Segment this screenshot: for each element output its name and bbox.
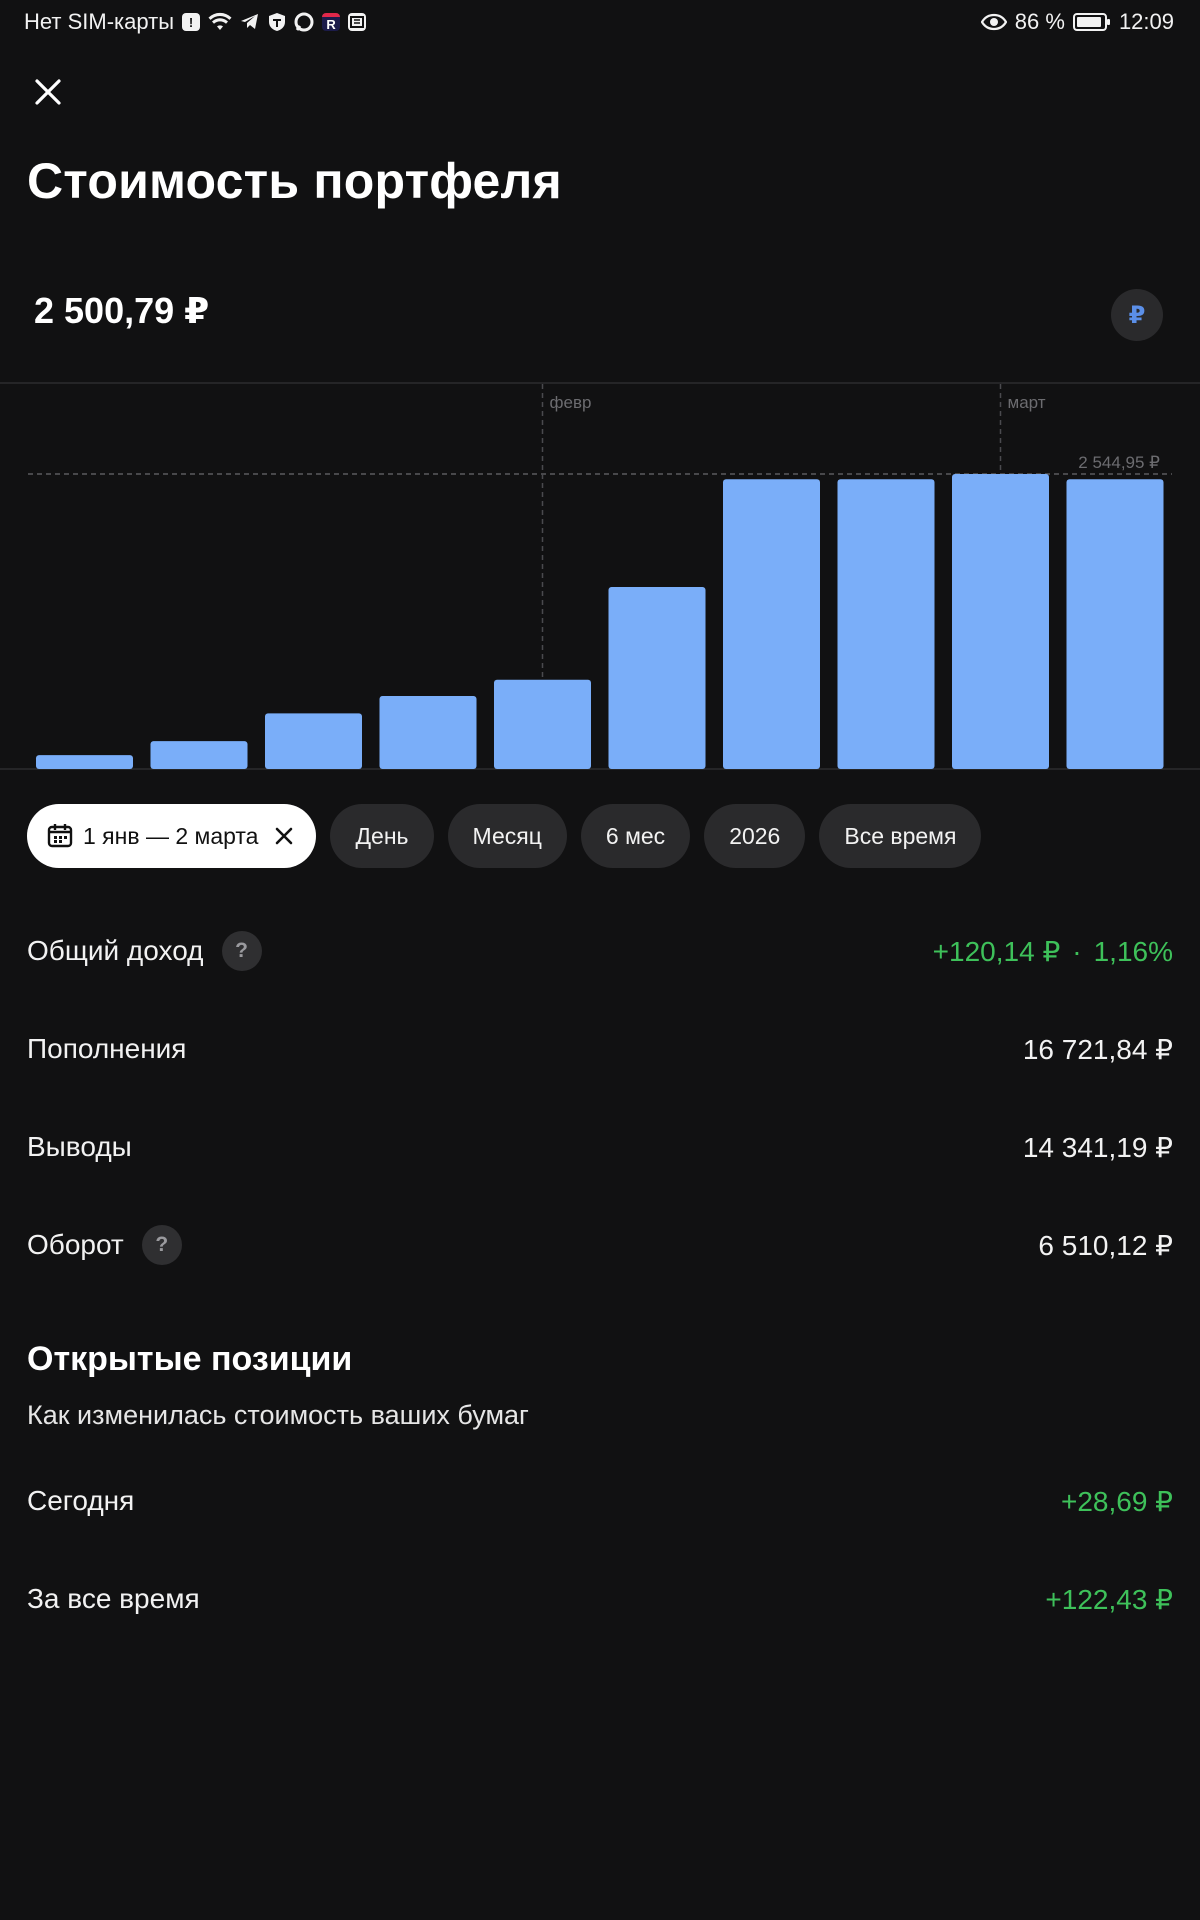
income-amount: +120,14 ₽	[932, 935, 1061, 967]
shield-t-icon	[268, 11, 286, 33]
telegram-icon	[240, 11, 260, 33]
positions-all-time-row: За все время +122,43 ₽	[27, 1574, 1173, 1624]
positions-today-label: Сегодня	[27, 1485, 135, 1516]
close-button[interactable]	[26, 70, 70, 114]
news-app-icon	[348, 13, 367, 31]
date-range-label: 1 янв — 2 марта	[83, 822, 259, 849]
chip-day[interactable]: День	[330, 804, 434, 868]
currency-switch-button[interactable]: ₽	[1111, 289, 1163, 341]
clock-text: 12:09	[1118, 9, 1174, 34]
open-positions-title: Открытые позиции	[27, 1340, 353, 1378]
chart-max-label: 2 544,95 ₽	[1078, 453, 1160, 472]
sim-alert-icon: !	[182, 13, 201, 31]
chart-bar	[36, 755, 133, 769]
close-icon	[35, 79, 61, 105]
chart-month-label: февр	[550, 393, 592, 412]
stat-withdrawals-value: 14 341,19 ₽	[1022, 1131, 1173, 1163]
page-title: Стоимость портфеля	[27, 153, 562, 209]
ruble-icon: ₽	[1128, 301, 1146, 329]
carrier-text: Нет SIM-карты	[24, 9, 175, 34]
clear-range-button[interactable]	[274, 826, 294, 846]
income-help-icon[interactable]: ?	[221, 931, 262, 971]
stat-turnover-value: 6 510,12 ₽	[1038, 1229, 1173, 1261]
open-positions-subtitle: Как изменилась стоимость ваших бумаг	[27, 1400, 529, 1430]
chart-month-label: март	[1008, 393, 1046, 412]
stat-withdrawals-label: Выводы	[27, 1131, 132, 1162]
stat-deposits-label: Пополнения	[27, 1033, 187, 1064]
wifi-icon	[208, 11, 232, 33]
chart-bar	[494, 679, 591, 769]
period-filter-bar: 1 янв — 2 марта День Месяц 6 мес 2026 Вс…	[27, 804, 982, 868]
chart-bar	[379, 695, 477, 769]
chart-bar	[952, 474, 1049, 769]
portfolio-chart[interactable]: 2 544,95 ₽ февр март	[0, 382, 1200, 770]
turnover-help-icon[interactable]: ?	[141, 1225, 182, 1265]
chart-bar	[1066, 479, 1164, 769]
stat-deposits-value: 16 721,84 ₽	[1022, 1033, 1173, 1065]
stat-income-value: +120,14 ₽ · 1,16%	[933, 935, 1173, 968]
status-left: Нет SIM-карты ! R	[24, 9, 367, 35]
date-range-chip[interactable]: 1 янв — 2 марта	[27, 804, 317, 868]
calendar-icon	[47, 824, 73, 848]
battery-percent: 86 %	[1014, 9, 1065, 34]
chat-icon	[294, 11, 314, 33]
stat-turnover-label: Оборот	[27, 1229, 124, 1260]
stat-withdrawals-row: Выводы 14 341,19 ₽	[27, 1122, 1173, 1172]
positions-all-time-label: За все время	[27, 1583, 200, 1614]
chip-all-time[interactable]: Все время	[819, 804, 982, 868]
stat-income-label: Общий доход	[27, 935, 204, 966]
chart-bar	[608, 587, 706, 769]
portfolio-chart-svg: 2 544,95 ₽ февр март	[0, 382, 1200, 770]
portfolio-value: 2 500,79 ₽	[34, 290, 210, 331]
chart-bar	[837, 479, 935, 769]
stat-turnover-row: Оборот ? 6 510,12 ₽	[27, 1220, 1173, 1270]
income-percent: 1,16%	[1093, 935, 1173, 967]
chip-month[interactable]: Месяц	[447, 804, 567, 868]
status-right: 86 % 12:09	[980, 9, 1174, 35]
status-bar: Нет SIM-карты ! R 86 % 12:09	[0, 0, 1200, 44]
chart-bar	[150, 741, 248, 769]
positions-today-row: Сегодня +28,69 ₽	[27, 1476, 1173, 1526]
stat-deposits-row: Пополнения 16 721,84 ₽	[27, 1024, 1173, 1074]
battery-icon	[1072, 11, 1111, 33]
income-separator: ·	[1072, 935, 1082, 967]
eye-icon	[980, 11, 1007, 33]
close-icon	[276, 827, 293, 845]
chip-year[interactable]: 2026	[704, 804, 806, 868]
positions-all-time-value: +122,43 ₽	[1045, 1583, 1173, 1615]
chart-bar	[723, 479, 820, 769]
stat-income-row: Общий доход ? +120,14 ₽ · 1,16%	[27, 926, 1173, 976]
chip-6-months[interactable]: 6 мес	[580, 804, 691, 868]
chart-bar	[265, 713, 362, 769]
r-app-icon: R	[322, 13, 341, 32]
positions-today-value: +28,69 ₽	[1060, 1485, 1173, 1517]
